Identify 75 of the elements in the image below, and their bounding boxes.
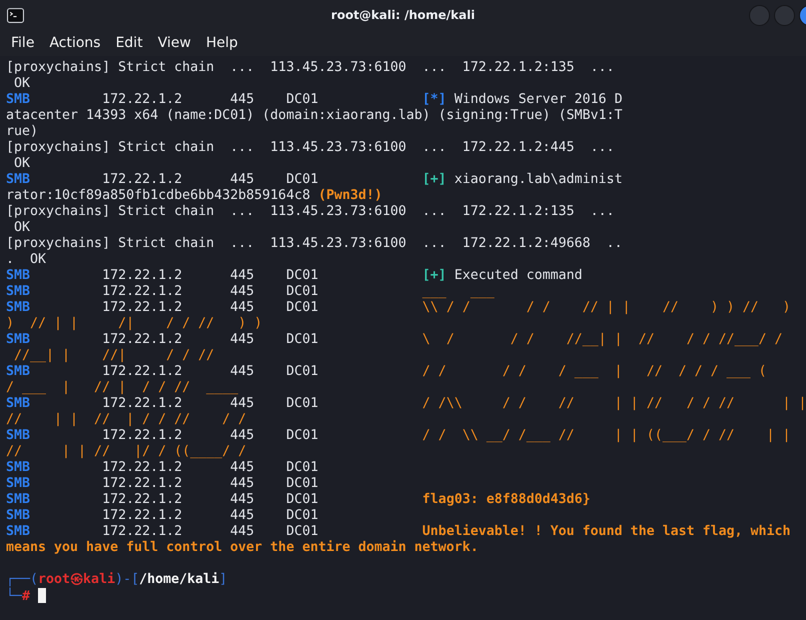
window-title: root@kali: /home/kali [331, 8, 475, 22]
output-text: 172.22.1.2 445 DC01 [101, 300, 320, 315]
ascii-art: \ / / / //__| | // / / //___/ / [422, 332, 783, 347]
menu-item[interactable]: View [150, 35, 199, 51]
protocol-label: SMB [6, 460, 30, 475]
prompt-frame: └─ [6, 589, 22, 604]
highlight-text: flag03: e8f88d0d43d6} [422, 492, 590, 507]
highlight-text: Unbelievable! ! You found the last flag, which [422, 524, 791, 539]
output-text: 172.22.1.2 445 DC01 [101, 396, 320, 411]
output-text: 172.22.1.2 445 DC01 [101, 492, 320, 507]
prompt-user: # [22, 589, 30, 604]
output-text: 172.22.1.2 445 DC01 [101, 460, 318, 475]
prompt-path: /home/kali [139, 572, 220, 587]
ascii-art: / / / / / ___ | // / / / ___ ( [422, 364, 767, 379]
output-text: 172.22.1.2 445 DC01 [101, 524, 320, 539]
protocol-label: SMB [6, 396, 30, 411]
output-text: 172.22.1.2 445 DC01 [101, 364, 320, 379]
protocol-label: SMB [6, 92, 30, 107]
ascii-art: / / \\ __/ /___ // | | ((___/ / // | | [422, 428, 791, 443]
ascii-art: ___ ___ [422, 284, 494, 299]
output-text: 172.22.1.2 445 DC01 [101, 476, 318, 491]
protocol-label: SMB [6, 428, 30, 443]
status-marker: [*] [422, 92, 446, 107]
output-text: rue) [6, 124, 38, 139]
protocol-label: SMB [6, 364, 30, 379]
protocol-label: SMB [6, 508, 30, 523]
output-text: rator:10cf89a850fb1cdbe6bb432b859164c8 [6, 188, 312, 203]
output-text: OK [13, 156, 30, 171]
prompt-frame: ] [219, 572, 228, 587]
output-text: atacenter 14393 x64 (name:DC01) (domain:xiaorang.lab) (signing:True) (SMBv1:T [6, 108, 622, 123]
output-text: . OK [6, 252, 46, 267]
output-text: 172.22.1.2 445 DC01 [101, 508, 318, 523]
output-text: [proxychains] Strict chain ... 113.45.23.73:6100 ... 172.22.1.2:445 ... [6, 140, 614, 155]
output-text: Windows Server 2016 D [453, 92, 622, 107]
output-text: 172.22.1.2 445 DC01 [101, 172, 320, 187]
prompt-frame: )-[ [115, 572, 140, 587]
protocol-label: SMB [6, 524, 30, 539]
protocol-label: SMB [6, 172, 30, 187]
ascii-art: \\ / / / / // | | // ) ) // ) [422, 300, 791, 315]
output-text: xiaorang.lab\administ [453, 172, 622, 187]
minimize-button[interactable] [749, 4, 770, 26]
ascii-art: // | | // |/ / ((____/ / [6, 444, 246, 459]
menu-item[interactable]: Help [198, 35, 246, 51]
output-text: [proxychains] Strict chain ... 113.45.23.73:6100 ... 172.22.1.2:49668 .. [6, 236, 622, 251]
menu-item[interactable]: Actions [42, 35, 109, 51]
output-text: 172.22.1.2 445 DC01 [101, 284, 320, 299]
output-text: [proxychains] Strict chain ... 113.45.23.73:6100 ... 172.22.1.2:135 ... [6, 60, 614, 75]
output-text: 172.22.1.2 445 DC01 [101, 268, 320, 283]
output-text: OK [13, 76, 30, 91]
output-text: Executed command [453, 268, 582, 283]
protocol-label: SMB [6, 284, 30, 299]
protocol-label: SMB [6, 268, 30, 283]
highlight-text: means you have full control over the entire domain network. [6, 540, 478, 555]
status-marker: [+] [422, 172, 446, 187]
output-text: OK [13, 220, 30, 235]
output-text: 172.22.1.2 445 DC01 [101, 92, 320, 107]
protocol-label: SMB [6, 492, 30, 507]
output-text: 172.22.1.2 445 DC01 [101, 428, 320, 443]
menu-item[interactable]: File [4, 35, 42, 51]
ascii-art: / /\\ / / // | | // / / // | | [422, 396, 806, 411]
protocol-label: SMB [6, 300, 30, 315]
highlight-text: (Pwn3d!) [318, 188, 382, 203]
prompt-user: root㉿kali [38, 572, 116, 587]
output-text: 172.22.1.2 445 DC01 [101, 332, 320, 347]
ascii-art: //__| | //| / / // [13, 348, 214, 363]
prompt-frame: ┌──( [6, 572, 38, 587]
menu-item[interactable]: Edit [108, 35, 151, 51]
ascii-art: ) // | | /| / / // ) ) [6, 316, 262, 331]
output-text: [proxychains] Strict chain ... 113.45.23.73:6100 ... 172.22.1.2:135 ... [6, 204, 614, 219]
terminal-icon [7, 8, 24, 22]
ascii-art: / ___ | // | / / // ____ [6, 380, 238, 395]
protocol-label: SMB [6, 332, 30, 347]
status-marker: [+] [422, 268, 446, 283]
protocol-label: SMB [6, 476, 30, 491]
ascii-art: // | | // | / / // / / [6, 412, 246, 427]
